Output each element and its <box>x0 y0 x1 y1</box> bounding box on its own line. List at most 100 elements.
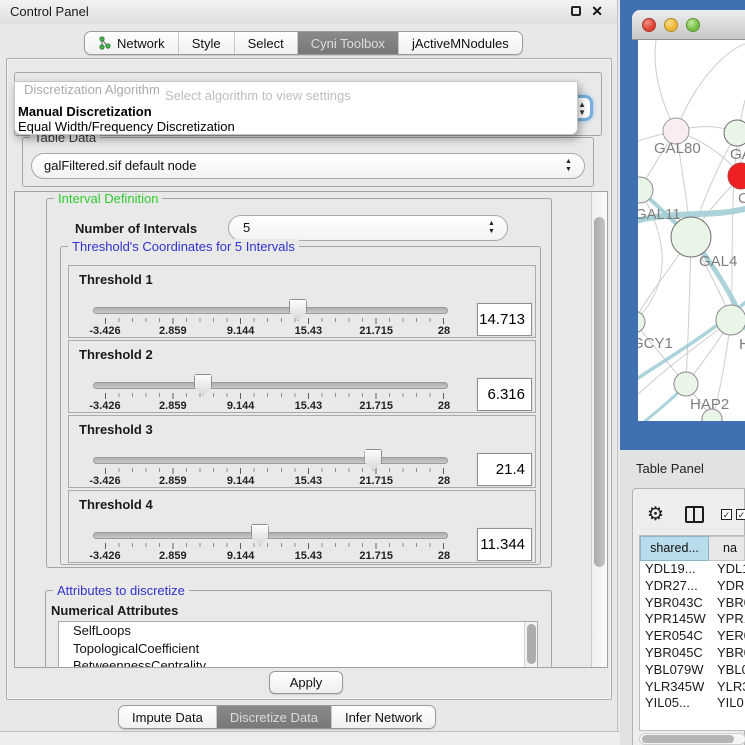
threshold-4-slider-track[interactable] <box>93 532 448 539</box>
network-desktop: GAL80 GA C GAL11 GAL4 GCY1 H HAP2 <box>620 0 745 450</box>
threshold-1-label: Threshold 1 <box>79 272 153 287</box>
threshold-2-slider-track[interactable] <box>93 382 448 389</box>
close-traffic-light-icon[interactable] <box>642 18 656 32</box>
network-canvas[interactable]: GAL80 GA C GAL11 GAL4 GCY1 H HAP2 <box>638 40 745 421</box>
checkbox-icon[interactable]: ✓ <box>721 509 732 520</box>
network-graph: GAL80 GA C GAL11 GAL4 GCY1 H HAP2 <box>638 40 745 421</box>
threshold-4-panel: Threshold 4 -3.426 2.859 9.144 15.43 <box>68 490 536 563</box>
table-row[interactable]: YBL079WYBL0 <box>640 662 745 679</box>
number-of-intervals-spinner[interactable]: 5 ▲▼ <box>228 215 508 241</box>
threshold-3-value-field[interactable]: 21.4 <box>477 453 532 486</box>
number-of-intervals-label: Number of Intervals <box>75 221 197 236</box>
control-panel-titlebar: Control Panel ✕ <box>0 0 617 24</box>
settings-scrollbar[interactable] <box>591 192 607 667</box>
node-label-gcy1: GCY1 <box>638 335 673 352</box>
tab-style[interactable]: Style <box>179 32 235 54</box>
groupbox-title-ghost: Discretization Algorithm <box>24 82 160 97</box>
zoom-traffic-light-icon[interactable] <box>686 18 700 32</box>
threshold-3-slider-track[interactable] <box>93 457 448 464</box>
tab-network-label: Network <box>117 36 165 51</box>
node-attribute-table[interactable]: shared... na YDL19...YDL1 YDR27...YDR2 Y… <box>639 535 745 731</box>
axis-tick-labels: -3.426 2.859 9.144 15.43 21.715 28 <box>105 475 444 487</box>
threshold-1-slider-track[interactable] <box>93 307 448 314</box>
threshold-1-value-field[interactable]: 14.713 <box>477 303 532 336</box>
axis-tick-labels: -3.426 2.859 9.144 15.43 21.715 28 <box>105 400 444 412</box>
node-h[interactable] <box>716 305 745 335</box>
dropdown-item-manual-discretization[interactable]: Manual Discretization <box>18 104 152 119</box>
attributes-title: Attributes to discretize <box>53 583 189 598</box>
axis-tick-labels: -3.426 2.859 9.144 15.43 21.715 28 <box>105 550 444 562</box>
axis-tick-labels: -3.426 2.859 9.144 15.43 21.715 28 <box>105 325 444 337</box>
node-label-c: C <box>738 190 745 207</box>
table-row[interactable]: YER054CYER0 <box>640 628 745 645</box>
table-data-combobox[interactable]: galFiltered.sif default node ▲▼ <box>31 153 585 179</box>
column-header-name[interactable]: na <box>709 536 745 561</box>
thresholds-group: Threshold's Coordinates for 5 Intervals … <box>60 246 541 565</box>
table-row[interactable]: YPR145WYPR1 <box>640 611 745 628</box>
node-gal3[interactable] <box>724 120 745 146</box>
node-label-hap2: HAP2 <box>690 396 729 413</box>
tab-cyni-toolbox[interactable]: Cyni Toolbox <box>298 32 399 54</box>
tab-discretize-data[interactable]: Discretize Data <box>217 706 332 728</box>
node-gal4[interactable] <box>671 217 711 257</box>
column-header-shared-name[interactable]: shared... <box>640 536 709 561</box>
threshold-4-value-field[interactable]: 11.344 <box>477 528 532 561</box>
node-label-gal4: GAL4 <box>699 253 737 270</box>
table-row[interactable]: YBR043CYBR0 <box>640 595 745 612</box>
network-icon <box>98 36 112 50</box>
list-item[interactable]: TopologicalCoefficient <box>59 640 537 658</box>
scrollbar-thumb[interactable] <box>594 217 605 567</box>
checkbox-icon[interactable]: ✓ <box>736 509 745 520</box>
attributes-group: Attributes to discretize Numerical Attri… <box>45 590 552 668</box>
columns-icon[interactable] <box>685 506 704 523</box>
network-window-titlebar[interactable] <box>632 10 745 40</box>
algorithm-dropdown-popup: Discretization Algorithm Select algorith… <box>14 81 578 135</box>
close-icon[interactable]: ✕ <box>591 3 603 20</box>
list-item[interactable]: SelfLoops <box>59 622 537 640</box>
node-selected-red[interactable] <box>728 163 745 189</box>
table-row[interactable]: YLR345WYLR3 <box>640 679 745 696</box>
float-window-icon[interactable] <box>571 6 581 16</box>
interval-definition-title: Interval Definition <box>54 191 162 206</box>
node-hap2[interactable] <box>674 372 698 396</box>
threshold-2-value-field[interactable]: 6.316 <box>477 378 532 411</box>
network-view-window: GAL80 GA C GAL11 GAL4 GCY1 H HAP2 <box>632 10 745 421</box>
apply-button[interactable]: Apply <box>269 671 343 694</box>
number-of-intervals-value: 5 <box>243 220 250 235</box>
table-header-row: shared... na <box>640 536 745 561</box>
table-row[interactable]: YDL19...YDL1 <box>640 561 745 578</box>
list-item[interactable]: BetweennessCentrality <box>59 657 537 668</box>
tab-jactivemnodules[interactable]: jActiveMNodules <box>399 32 522 54</box>
dropdown-placeholder: Select algorithm to view settings <box>165 88 351 103</box>
table-data-group: Table Data galFiltered.sif default node … <box>22 137 594 187</box>
interval-definition-group: Interval Definition Number of Intervals … <box>46 198 552 568</box>
gear-icon[interactable]: ⚙ <box>647 503 664 526</box>
table-horizontal-scrollbar[interactable] <box>639 733 745 745</box>
spinner-arrows-icon: ▲▼ <box>486 220 497 236</box>
numerical-attributes-label: Numerical Attributes <box>51 603 178 618</box>
dropdown-item-equal-width-frequency[interactable]: Equal Width/Frequency Discretization <box>18 119 235 134</box>
settings-scrollpane: Interval Definition Number of Intervals … <box>14 191 608 668</box>
minimize-traffic-light-icon[interactable] <box>664 18 678 32</box>
tab-select[interactable]: Select <box>235 32 298 54</box>
thresholds-title: Threshold's Coordinates for 5 Intervals <box>68 239 299 254</box>
table-row[interactable]: YDR27...YDR2 <box>640 578 745 595</box>
combo-arrows-icon: ▲▼ <box>578 101 586 117</box>
table-panel-title: Table Panel <box>636 461 704 476</box>
table-row[interactable]: YBR045CYBR0 <box>640 645 745 662</box>
node-label-gal11: GAL11 <box>638 206 681 223</box>
table-panel: Table Panel ⚙ ✓ ✓ shared... na YDL19...Y… <box>620 450 745 745</box>
tab-infer-network[interactable]: Infer Network <box>332 706 435 728</box>
node-gcy1[interactable] <box>638 311 645 333</box>
combo-arrows-icon: ▲▼ <box>563 158 574 174</box>
list-scrollbar[interactable] <box>524 622 537 668</box>
tab-network[interactable]: Network <box>85 32 179 54</box>
node-label-h: H <box>739 336 745 353</box>
table-data-combo-value: galFiltered.sif default node <box>44 158 196 173</box>
window-bottom-strip <box>0 731 620 745</box>
numerical-attributes-list[interactable]: SelfLoops TopologicalCoefficient Between… <box>58 621 538 668</box>
table-row[interactable]: YIL05...YIL0 <box>640 695 745 712</box>
tab-impute-data[interactable]: Impute Data <box>119 706 217 728</box>
node-label-gal3: GA <box>730 146 745 163</box>
threshold-2-panel: Threshold 2 -3.426 2.859 9.144 15.43 <box>68 340 536 413</box>
